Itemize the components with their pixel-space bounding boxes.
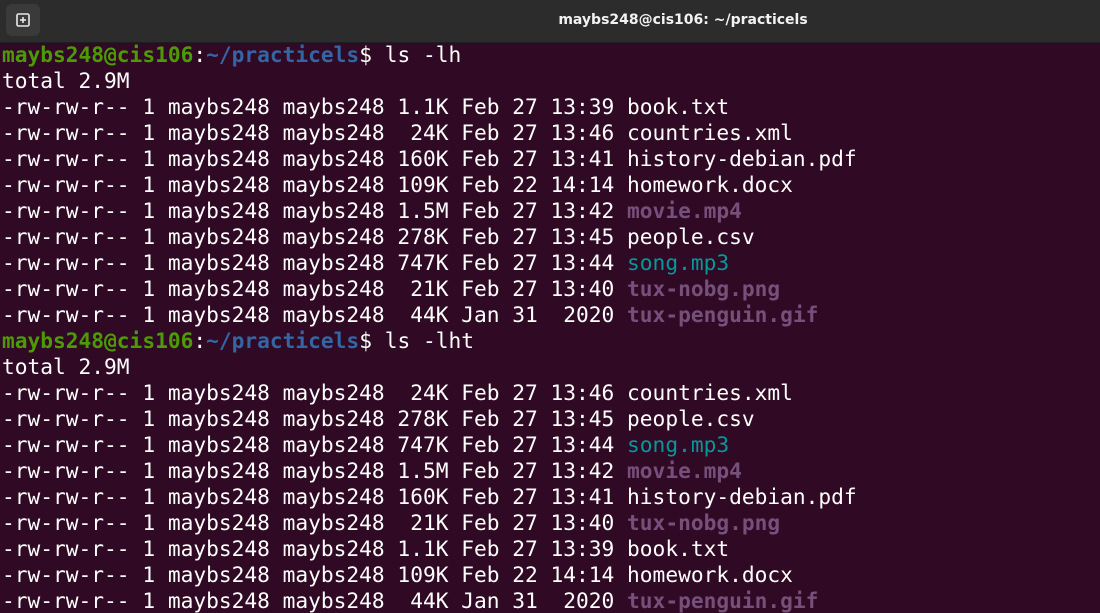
file-details: -rw-rw-r-- 1 maybs248 maybs248 1.5M Feb … [2,198,628,223]
file-details: -rw-rw-r-- 1 maybs248 maybs248 44K Jan 3… [2,588,628,613]
prompt-symbol: $ [359,42,385,67]
terminal-window: maybs248@cis106: ~/practicels maybs248@c… [0,0,1100,613]
file-name: history-debian.pdf [627,484,857,509]
file-name: tux-nobg.png [627,510,781,535]
title-bar: maybs248@cis106: ~/practicels [0,0,1100,43]
file-row: -rw-rw-r-- 1 maybs248 maybs248 109K Feb … [2,172,1100,198]
file-details: -rw-rw-r-- 1 maybs248 maybs248 21K Feb 2… [2,276,628,301]
file-name: tux-nobg.png [627,276,781,301]
file-row: -rw-rw-r-- 1 maybs248 maybs248 21K Feb 2… [2,510,1100,536]
file-row: -rw-rw-r-- 1 maybs248 maybs248 747K Feb … [2,250,1100,276]
file-row: -rw-rw-r-- 1 maybs248 maybs248 1.1K Feb … [2,536,1100,562]
total-line: total 2.9M [2,68,130,93]
file-details: -rw-rw-r-- 1 maybs248 maybs248 278K Feb … [2,406,628,431]
prompt-path: ~/practicels [206,42,360,67]
window-title: maybs248@cis106: ~/practicels [558,12,808,28]
file-details: -rw-rw-r-- 1 maybs248 maybs248 278K Feb … [2,224,628,249]
file-name: history-debian.pdf [627,146,857,171]
file-name: song.mp3 [627,432,730,457]
prompt-separator: : [193,328,207,353]
file-name: people.csv [627,224,755,249]
file-row: -rw-rw-r-- 1 maybs248 maybs248 1.5M Feb … [2,198,1100,224]
file-name: movie.mp4 [627,198,742,223]
file-details: -rw-rw-r-- 1 maybs248 maybs248 109K Feb … [2,172,628,197]
file-details: -rw-rw-r-- 1 maybs248 maybs248 747K Feb … [2,250,628,275]
command-text: ls -lht [384,328,474,353]
file-row: -rw-rw-r-- 1 maybs248 maybs248 21K Feb 2… [2,276,1100,302]
file-details: -rw-rw-r-- 1 maybs248 maybs248 21K Feb 2… [2,510,628,535]
file-row: -rw-rw-r-- 1 maybs248 maybs248 109K Feb … [2,562,1100,588]
prompt-user: maybs248@cis106 [2,328,194,353]
file-name: countries.xml [627,120,793,145]
file-details: -rw-rw-r-- 1 maybs248 maybs248 160K Feb … [2,484,628,509]
file-name: book.txt [627,94,730,119]
command-text: ls -lh [384,42,462,67]
file-details: -rw-rw-r-- 1 maybs248 maybs248 24K Feb 2… [2,120,628,145]
file-row: -rw-rw-r-- 1 maybs248 maybs248 278K Feb … [2,406,1100,432]
file-name: countries.xml [627,380,793,405]
file-row: -rw-rw-r-- 1 maybs248 maybs248 24K Feb 2… [2,380,1100,406]
prompt-separator: : [193,42,207,67]
file-row: -rw-rw-r-- 1 maybs248 maybs248 1.5M Feb … [2,458,1100,484]
file-row: -rw-rw-r-- 1 maybs248 maybs248 1.1K Feb … [2,94,1100,120]
file-name: book.txt [627,536,730,561]
file-row: -rw-rw-r-- 1 maybs248 maybs248 160K Feb … [2,484,1100,510]
file-row: -rw-rw-r-- 1 maybs248 maybs248 24K Feb 2… [2,120,1100,146]
file-row: -rw-rw-r-- 1 maybs248 maybs248 160K Feb … [2,146,1100,172]
file-name: movie.mp4 [627,458,742,483]
file-name: tux-penguin.gif [627,588,819,613]
file-details: -rw-rw-r-- 1 maybs248 maybs248 109K Feb … [2,562,628,587]
file-details: -rw-rw-r-- 1 maybs248 maybs248 160K Feb … [2,146,628,171]
file-name: homework.docx [627,172,793,197]
prompt-path: ~/practicels [206,328,360,353]
file-details: -rw-rw-r-- 1 maybs248 maybs248 44K Jan 3… [2,302,628,327]
prompt-user: maybs248@cis106 [2,42,194,67]
file-row: -rw-rw-r-- 1 maybs248 maybs248 747K Feb … [2,432,1100,458]
file-details: -rw-rw-r-- 1 maybs248 maybs248 1.1K Feb … [2,94,628,119]
prompt-line: maybs248@cis106:~/practicels$ ls -lh [2,42,1100,68]
file-details: -rw-rw-r-- 1 maybs248 maybs248 24K Feb 2… [2,380,628,405]
prompt-line: maybs248@cis106:~/practicels$ ls -lht [2,328,1100,354]
total-line: total 2.9M [2,354,130,379]
file-row: -rw-rw-r-- 1 maybs248 maybs248 44K Jan 3… [2,588,1100,613]
file-row: -rw-rw-r-- 1 maybs248 maybs248 44K Jan 3… [2,302,1100,328]
file-row: -rw-rw-r-- 1 maybs248 maybs248 278K Feb … [2,224,1100,250]
file-details: -rw-rw-r-- 1 maybs248 maybs248 1.1K Feb … [2,536,628,561]
file-details: -rw-rw-r-- 1 maybs248 maybs248 1.5M Feb … [2,458,628,483]
terminal-output[interactable]: maybs248@cis106:~/practicels$ ls -lh tota… [2,42,1100,613]
file-name: tux-penguin.gif [627,302,819,327]
prompt-symbol: $ [359,328,385,353]
file-name: homework.docx [627,562,793,587]
file-name: song.mp3 [627,250,730,275]
file-details: -rw-rw-r-- 1 maybs248 maybs248 747K Feb … [2,432,628,457]
file-name: people.csv [627,406,755,431]
